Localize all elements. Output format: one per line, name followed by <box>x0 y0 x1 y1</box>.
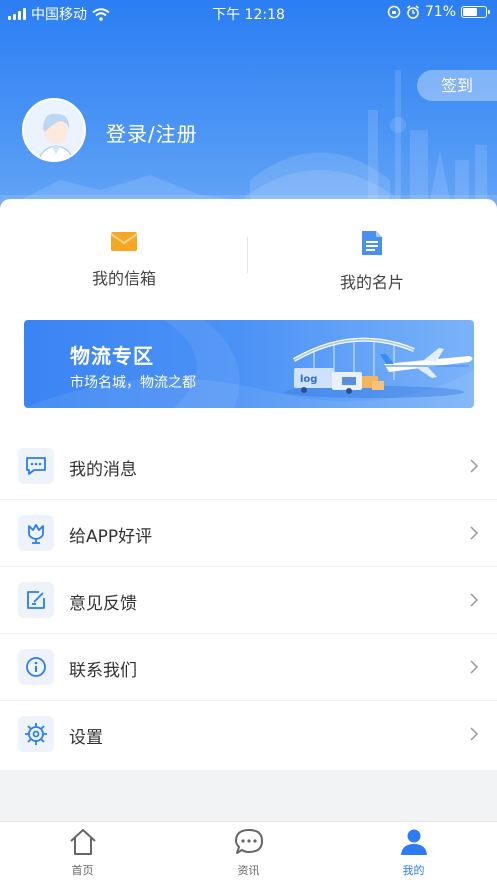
tab-home[interactable]: 首页 <box>0 828 165 878</box>
status-bar: 中国移动 下午 12:18 71% <box>0 0 497 26</box>
banner-subtitle: 市场名城，物流之都 <box>70 375 196 391</box>
battery-icon <box>461 6 490 18</box>
avatar[interactable] <box>22 98 86 162</box>
menu-item-label: 给APP好评 <box>69 527 153 547</box>
menu-item-label: 意见反馈 <box>69 594 137 614</box>
message-icon <box>18 448 54 484</box>
tab-label: 首页 <box>71 864 94 877</box>
tab-label: 我的 <box>402 864 425 877</box>
settings-menu: 我的消息 给APP好评 意见反馈 联系我们 设置 <box>0 433 497 768</box>
menu-item-contact-us[interactable]: 联系我们 <box>0 634 497 701</box>
menu-item-messages[interactable]: 我的消息 <box>0 433 497 500</box>
chevron-right-icon <box>470 660 479 674</box>
menu-item-label: 联系我们 <box>69 661 137 681</box>
tab-mine[interactable]: 我的 <box>331 828 496 878</box>
home-icon <box>69 829 96 855</box>
thumbs-up-icon <box>18 515 54 551</box>
login-register-link[interactable]: 登录/注册 <box>106 118 198 147</box>
bottom-tab-bar: 首页 资讯 我的 <box>0 821 497 883</box>
banner-title: 物流专区 <box>70 344 154 368</box>
info-icon <box>18 649 54 685</box>
menu-item-label: 设置 <box>69 728 103 748</box>
my-business-card-label: 我的名片 <box>339 273 404 292</box>
signin-button[interactable]: 签到 <box>417 70 497 101</box>
settings-icon <box>18 716 54 752</box>
tab-label: 资讯 <box>237 864 260 877</box>
chevron-right-icon <box>470 727 479 741</box>
mailbox-icon <box>110 232 138 251</box>
profile-header: 中国移动 下午 12:18 71% 签到 登录/注册 <box>0 0 497 230</box>
feedback-icon <box>18 582 54 618</box>
my-mailbox-button[interactable]: 我的信箱 <box>0 229 248 289</box>
person-icon <box>400 829 427 855</box>
chat-icon <box>234 829 263 854</box>
logistics-illustration: log <box>284 337 473 398</box>
menu-item-label: 我的消息 <box>69 460 137 480</box>
main-card: 我的信箱 我的名片 物流专区 市场名城，物流之都 log 我的消息 给APP好评… <box>0 199 497 770</box>
menu-item-rate-app[interactable]: 给APP好评 <box>0 500 497 567</box>
logistics-banner[interactable]: 物流专区 市场名城，物流之都 log <box>24 320 474 408</box>
my-mailbox-label: 我的信箱 <box>91 269 156 288</box>
chevron-right-icon <box>470 593 479 607</box>
chevron-right-icon <box>470 526 479 540</box>
truck-log-text: log <box>300 374 317 385</box>
menu-item-settings[interactable]: 设置 <box>0 701 497 768</box>
battery-percent: 71% <box>424 4 456 20</box>
my-business-card-button[interactable]: 我的名片 <box>248 229 496 293</box>
chevron-right-icon <box>470 459 479 473</box>
tab-news[interactable]: 资讯 <box>166 828 331 878</box>
document-icon <box>362 231 382 255</box>
alarm-icon <box>406 5 419 19</box>
menu-item-feedback[interactable]: 意见反馈 <box>0 567 497 634</box>
rotation-lock-icon <box>387 5 401 19</box>
